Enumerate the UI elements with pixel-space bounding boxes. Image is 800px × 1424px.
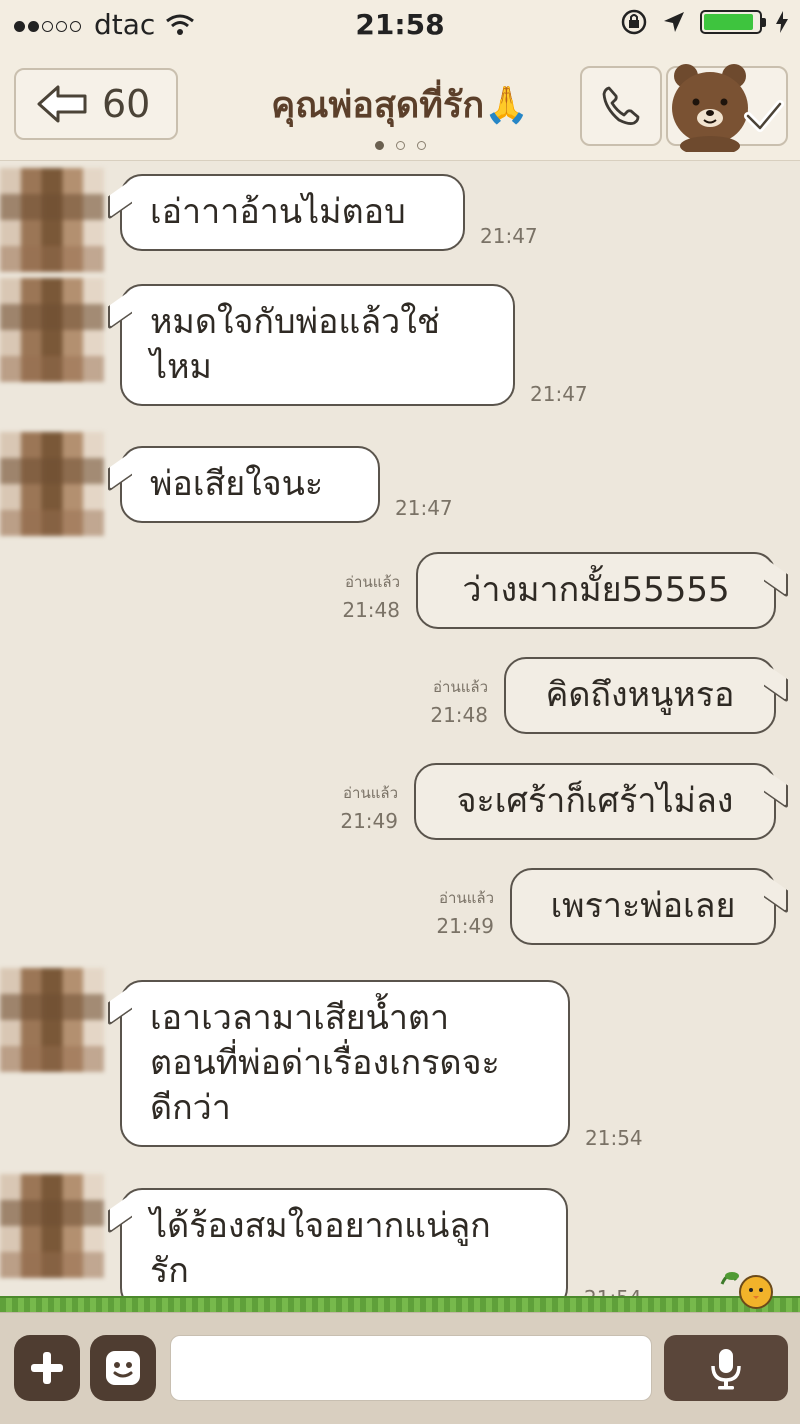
add-button[interactable] [14,1335,80,1401]
contact-avatar[interactable] [0,278,104,382]
incoming-message-bubble[interactable]: หมดใจกับพ่อแล้วใช่ ไหม [120,284,515,406]
call-button[interactable] [580,66,662,146]
page-dot [374,141,384,150]
read-label: อ่านแล้ว [439,889,494,907]
message-time: 21:47 [395,496,453,520]
microphone-icon [711,1349,741,1390]
phone-icon [602,86,640,125]
rotation-lock-icon [621,9,647,35]
message-time: 21:54 [585,1126,643,1150]
bear-menu-icon [672,64,784,152]
message-input[interactable] [170,1335,652,1401]
charging-icon [776,11,788,33]
unread-count: 60 [102,82,151,126]
message-time: 21:48 [430,703,488,727]
menu-button[interactable] [666,64,788,152]
incoming-message-bubble[interactable]: เอ่าาาอ้านไม่ตอบ [120,174,465,251]
incoming-message-bubble[interactable]: ได้ร้องสมใจอยากแน่ลูก รัก [120,1188,568,1310]
contact-avatar[interactable] [0,968,104,1072]
read-receipt: อ่านแล้ว 21:49 [436,886,494,942]
chat-header: 60 คุณพ่อสุดที่รัก🙏 [0,50,800,161]
message-list[interactable]: เอ่าาาอ้านไม่ตอบ 21:47 หมดใจกับพ่อแล้วใช่ … [0,160,800,1310]
page-dot [395,141,405,150]
outgoing-message-bubble[interactable]: คิดถึงหนูหรอ [504,657,776,734]
outgoing-message-bubble[interactable]: จะเศร้าก็เศร้าไม่ลง [414,763,776,840]
read-receipt: อ่านแล้ว 21:48 [430,675,488,731]
sticker-chick-icon [720,1272,773,1309]
message-time: 21:47 [480,224,538,248]
back-button[interactable]: 60 [14,68,178,140]
battery-level [704,14,753,30]
read-label: อ่านแล้ว [433,678,488,696]
read-label: อ่านแล้ว [345,573,400,591]
sticker-button[interactable] [90,1335,156,1401]
read-label: อ่านแล้ว [343,784,398,802]
read-receipt: อ่านแล้ว 21:48 [342,570,400,626]
emoji-icon [106,1351,140,1385]
status-right [620,8,788,36]
input-bar [0,1312,800,1424]
page-dot [416,141,426,150]
message-time: 21:49 [340,809,398,833]
page-indicator [190,141,610,150]
status-bar: dtac 21:58 [0,0,800,50]
grass-decoration [0,1296,800,1312]
voice-message-button[interactable] [664,1335,788,1401]
plus-icon [31,1352,63,1384]
battery-icon [700,10,766,34]
read-receipt: อ่านแล้ว 21:49 [340,781,398,837]
message-time: 21:49 [436,914,494,938]
outgoing-message-bubble[interactable]: ว่างมากมั้ย55555 [416,552,776,629]
incoming-message-bubble[interactable]: พ่อเสียใจนะ [120,446,380,523]
contact-avatar[interactable] [0,432,104,536]
chat-title: คุณพ่อสุดที่รัก🙏 [271,85,529,126]
incoming-message-bubble[interactable]: เอาเวลามาเสียน้ำตา ตอนที่พ่อด่าเรื่องเกร… [120,980,570,1147]
contact-avatar[interactable] [0,168,104,272]
outgoing-message-bubble[interactable]: เพราะพ่อเลย [510,868,776,945]
location-icon [664,12,684,32]
message-time: 21:47 [530,382,588,406]
back-arrow-icon [37,85,87,123]
contact-avatar[interactable] [0,1174,104,1278]
chat-title-area[interactable]: คุณพ่อสุดที่รัก🙏 [190,76,610,150]
message-time: 21:48 [342,598,400,622]
